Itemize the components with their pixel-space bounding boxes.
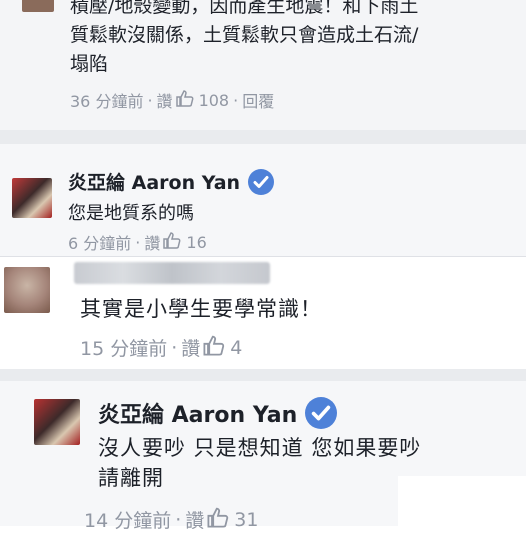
separator: · — [171, 336, 178, 359]
timestamp[interactable]: 36 分鐘前 — [70, 88, 143, 112]
like-count[interactable]: 16 — [186, 233, 206, 252]
author-name-row: 炎亞綸 Aaron Yan — [68, 168, 275, 195]
image-corner-patch — [398, 476, 526, 526]
verified-check-icon — [305, 397, 338, 429]
like-link[interactable]: 讚 — [185, 506, 204, 533]
thread-divider — [0, 130, 526, 144]
comment-text: 積壓/地殼變動，因而產生地震！和下雨土 質鬆軟沒關係，土質鬆軟只會造成土石流/ … — [70, 0, 520, 79]
thread-divider — [0, 369, 526, 381]
author-avatar[interactable] — [34, 399, 80, 445]
comment-text-line: 沒人要吵 只是想知道 您如果要吵 — [98, 436, 422, 460]
comment-2: 炎亞綸 Aaron Yan 您是地質系的嗎 6 分鐘前 · 讚 16 — [0, 144, 526, 256]
comment-meta: 6 分鐘前 · 讚 16 — [68, 230, 207, 254]
like-link[interactable]: 讚 — [144, 230, 160, 254]
commenter-avatar[interactable] — [22, 0, 54, 12]
comment-text-line: 塌陷 — [70, 53, 109, 75]
like-thumb-icon — [175, 88, 195, 112]
comment-text: 其實是小學生要學常識！ — [80, 297, 322, 321]
comment-text: 您是地質系的嗎 — [68, 203, 194, 224]
reply-link[interactable]: 回覆 — [242, 88, 274, 112]
comment-meta: 14 分鐘前 · 讚 31 — [84, 505, 258, 534]
separator: · — [135, 232, 141, 252]
like-thumb-icon — [206, 505, 230, 534]
commenter-avatar[interactable] — [4, 267, 50, 313]
timestamp[interactable]: 14 分鐘前 — [84, 506, 171, 533]
timestamp[interactable]: 15 分鐘前 — [80, 334, 167, 361]
comment-meta: 36 分鐘前 · 讚 108 · 回覆 — [70, 88, 274, 112]
like-thumb-icon — [162, 230, 182, 254]
author-avatar[interactable] — [12, 178, 52, 218]
author-name-row: 炎亞綸 Aaron Yan — [98, 397, 338, 429]
like-count[interactable]: 4 — [230, 337, 242, 359]
like-link[interactable]: 讚 — [181, 334, 200, 361]
separator: · — [233, 90, 239, 110]
comment-3: 其實是小學生要學常識！ 15 分鐘前 · 讚 4 — [0, 257, 526, 369]
like-count[interactable]: 31 — [234, 509, 258, 531]
comment-meta: 15 分鐘前 · 讚 4 — [80, 333, 242, 362]
verified-check-icon — [248, 168, 275, 195]
author-name[interactable]: 炎亞綸 Aaron Yan — [98, 397, 297, 429]
like-count[interactable]: 108 — [199, 91, 230, 110]
comment-1: 積壓/地殼變動，因而產生地震！和下雨土 質鬆軟沒關係，土質鬆軟只會造成土石流/ … — [0, 0, 526, 130]
separator: · — [175, 508, 182, 531]
comment-text-line: 積壓/地殼變動，因而產生地震！和下雨土 — [70, 0, 419, 17]
timestamp[interactable]: 6 分鐘前 — [68, 230, 131, 254]
separator: · — [147, 90, 153, 110]
like-thumb-icon — [202, 333, 226, 362]
like-link[interactable]: 讚 — [157, 88, 173, 112]
comment-text-line: 質鬆軟沒關係，土質鬆軟只會造成土石流/ — [70, 24, 419, 46]
blurred-author-name — [74, 262, 270, 284]
author-name[interactable]: 炎亞綸 Aaron Yan — [68, 168, 240, 195]
